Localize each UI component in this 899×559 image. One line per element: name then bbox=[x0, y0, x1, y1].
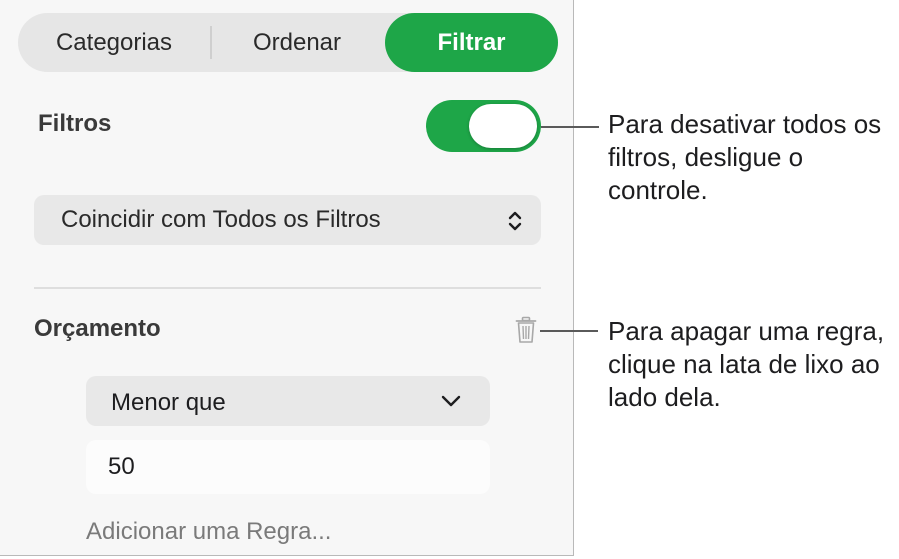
callout-line-trash bbox=[540, 330, 598, 332]
filters-toggle[interactable] bbox=[426, 100, 541, 152]
match-filters-select[interactable]: Coincidir com Todos os Filtros bbox=[34, 195, 541, 245]
chevron-down-icon bbox=[441, 395, 461, 407]
rule-condition-select[interactable]: Menor que bbox=[86, 376, 490, 426]
add-rule-button[interactable]: Adicionar uma Regra... bbox=[86, 518, 331, 546]
trash-icon[interactable] bbox=[515, 316, 537, 344]
rule-column-title: Orçamento bbox=[34, 315, 161, 342]
callout-line-toggle bbox=[541, 126, 599, 128]
tab-control: Categorias Ordenar Filtrar bbox=[18, 13, 558, 72]
tab-categories[interactable]: Categorias bbox=[18, 13, 210, 72]
callout-trash-note: Para apagar uma regra, clique na lata de… bbox=[608, 316, 885, 412]
section-divider bbox=[34, 287, 541, 289]
match-filters-value: Coincidir com Todos os Filtros bbox=[61, 206, 381, 233]
callout-toggle-note: Para desativar todos os filtros, desligu… bbox=[608, 109, 882, 205]
rule-value-text: 50 bbox=[108, 453, 135, 480]
format-sidebar: Categorias Ordenar Filtrar Filtros Coinc… bbox=[0, 0, 574, 556]
tab-sort[interactable]: Ordenar bbox=[210, 13, 384, 72]
tab-filter[interactable]: Filtrar bbox=[385, 13, 558, 72]
toggle-knob bbox=[469, 104, 537, 148]
rule-condition-value: Menor que bbox=[111, 389, 226, 416]
rule-value-field[interactable]: 50 bbox=[86, 440, 490, 494]
filters-label: Filtros bbox=[38, 110, 112, 137]
updown-chevron-icon bbox=[508, 211, 522, 231]
